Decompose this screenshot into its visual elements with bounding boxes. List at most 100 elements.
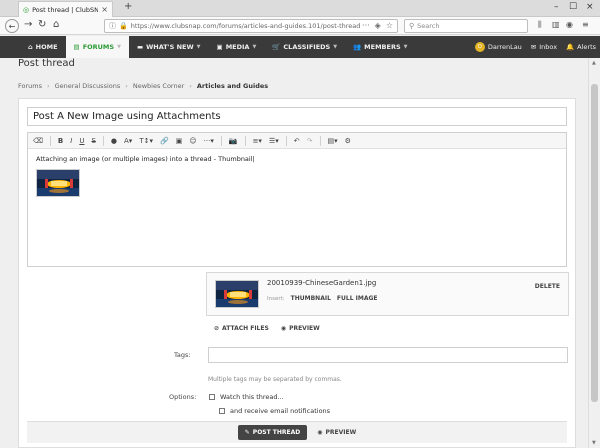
library-icon[interactable]: ⫼ (538, 20, 542, 30)
chevron-down-icon[interactable]: ▼ (333, 44, 337, 50)
browser-tab[interactable]: ◎ Post thread | ClubSNAP Photo... × (18, 1, 113, 17)
breadcrumb-general-discussions[interactable]: General Discussions (55, 82, 121, 90)
breadcrumb-forums[interactable]: Forums (18, 82, 42, 90)
chevron-down-icon[interactable]: ▼ (252, 44, 256, 50)
nav-whats-new[interactable]: ▬ WHAT'S NEW ▼ (129, 36, 209, 58)
chevron-down-icon[interactable]: ▼ (117, 44, 121, 50)
post-thread-form: Post A New Image using Attachments ⌫ B I… (18, 98, 576, 448)
link-icon[interactable]: 🔗 (160, 137, 169, 145)
nav-media[interactable]: ▣ MEDIA ▼ (209, 36, 265, 58)
undo-icon[interactable]: ↶ (294, 137, 300, 145)
inline-thumbnail-image[interactable] (36, 169, 80, 197)
alerts-link[interactable]: 🔔 Alerts (566, 43, 596, 51)
maximize-icon[interactable]: ☐ (569, 2, 577, 12)
bottom-preview-button[interactable]: ◉ PREVIEW (317, 429, 356, 436)
email-notifications-checkbox[interactable] (219, 408, 225, 414)
sidebar-icon[interactable]: ▥ (552, 20, 560, 29)
image-insert-icon[interactable]: ▣ (176, 137, 183, 145)
chevron-right-icon: › (125, 82, 128, 90)
menu-icon[interactable]: ≡ (582, 20, 589, 29)
email-notifications-option[interactable]: and receive email notifications (219, 407, 330, 415)
tags-input[interactable] (208, 347, 568, 363)
new-tab-button[interactable]: + (124, 1, 132, 12)
settings-gear-icon[interactable]: ⚙ (345, 137, 351, 145)
text-color-icon[interactable]: ● (111, 137, 117, 145)
garden-photo-thumbnail (37, 170, 79, 196)
insert-label: Insert: (267, 295, 285, 302)
attachment-thumbnail[interactable] (215, 280, 259, 308)
breadcrumb-newbies-corner[interactable]: Newbies Corner (133, 82, 184, 90)
browser-navbar: ← → ↻ ⌂ ⓘ 🔒 https://www.clubsnap.com/for… (0, 17, 600, 35)
font-family-icon[interactable]: A▾ (124, 137, 132, 145)
smiley-icon[interactable]: ☺ (189, 137, 196, 145)
reload-button[interactable]: ↻ (38, 19, 46, 30)
nav-home[interactable]: ⌂ HOME (20, 36, 66, 58)
info-icon[interactable]: ⓘ (109, 21, 116, 31)
scroll-down-icon[interactable]: ▼ (592, 440, 596, 446)
home-icon: ⌂ (28, 43, 33, 51)
close-tab-icon[interactable]: × (101, 5, 108, 14)
nav-classifieds[interactable]: 🛒 CLASSIFIEDS ▼ (264, 36, 345, 58)
watch-thread-checkbox[interactable] (209, 394, 215, 400)
underline-icon[interactable]: U (79, 137, 84, 145)
page-scrollbar[interactable]: ▲ ▼ (588, 58, 600, 448)
chevron-down-icon[interactable]: ▼ (197, 44, 201, 50)
insert-thumbnail-button[interactable]: THUMBNAIL (291, 295, 331, 302)
options-label: Options: (169, 393, 197, 401)
attachment-filename: 20010939-ChineseGarden1.jpg (267, 279, 377, 287)
user-area: D DarrenLau ✉ Inbox 🔔 Alerts (474, 36, 596, 58)
minimize-icon[interactable]: – (554, 2, 559, 12)
nav-forums[interactable]: ▤ FORUMS ▼ (65, 36, 129, 58)
more-actions-icon[interactable]: ··· (362, 21, 370, 30)
font-size-icon[interactable]: T↕▾ (139, 137, 153, 145)
user-menu[interactable]: D DarrenLau (474, 42, 522, 52)
bookmark-star-icon[interactable]: ☆ (386, 21, 393, 30)
editor-text[interactable]: Attaching an image (or multiple images) … (36, 155, 255, 163)
bold-icon[interactable]: B (58, 137, 63, 145)
url-bar[interactable]: ⓘ 🔒 https://www.clubsnap.com/forums/arti… (104, 19, 398, 33)
eraser-icon[interactable]: ⌫ (33, 137, 43, 145)
redo-icon[interactable]: ↷ (307, 137, 313, 145)
back-button[interactable]: ← (5, 19, 19, 33)
home-button[interactable]: ⌂ (53, 19, 59, 30)
bell-icon: 🔔 (566, 43, 575, 51)
scroll-up-icon[interactable]: ▲ (592, 60, 596, 66)
list-icon[interactable]: ☰▾ (269, 137, 279, 145)
tab-title: Post thread | ClubSNAP Photo... (32, 5, 99, 14)
editor-toolbar: ⌫ B I U S ● A▾ T↕▾ 🔗 ▣ ☺ ···▾ 📷 ≡▾ ☰▾ ↶ … (28, 133, 566, 149)
strikethrough-icon[interactable]: S (91, 137, 95, 145)
forward-button[interactable]: → (24, 19, 32, 30)
insert-full-image-button[interactable]: FULL IMAGE (337, 295, 378, 302)
browser-tabbar: ◎ Post thread | ClubSNAP Photo... × + – … (0, 0, 600, 17)
more-options-icon[interactable]: ···▾ (204, 137, 214, 145)
chevron-down-icon[interactable]: ▼ (404, 44, 408, 50)
italic-icon[interactable]: I (70, 137, 72, 145)
search-box[interactable]: ⚲ Search (404, 19, 528, 33)
message-editor[interactable]: ⌫ B I U S ● A▾ T↕▾ 🔗 ▣ ☺ ···▾ 📷 ≡▾ ☰▾ ↶ … (27, 132, 567, 267)
delete-attachment-button[interactable]: DELETE (535, 283, 560, 290)
attach-files-button[interactable]: ⊘ ATTACH FILES (214, 325, 269, 332)
scroll-thumb[interactable] (591, 84, 598, 402)
preview-button[interactable]: ◉ PREVIEW (281, 325, 320, 332)
nav-members[interactable]: 👥 MEMBERS ▼ (345, 36, 415, 58)
comment-icon: ▬ (136, 43, 144, 51)
search-input[interactable]: Search (417, 22, 439, 30)
thread-title-input[interactable]: Post A New Image using Attachments (27, 107, 567, 126)
text-cursor: | (252, 155, 255, 163)
pocket-icon[interactable]: ◈ (375, 21, 381, 30)
forums-icon: ▤ (73, 43, 80, 51)
watch-thread-option[interactable]: Watch this thread... (209, 393, 284, 401)
close-window-icon[interactable]: × (586, 2, 594, 12)
post-thread-button[interactable]: ✎ POST THREAD (237, 425, 308, 440)
inbox-link[interactable]: ✉ Inbox (531, 43, 557, 51)
cart-icon: 🛒 (272, 43, 281, 51)
pencil-icon: ✎ (244, 429, 250, 436)
align-icon[interactable]: ≡▾ (253, 137, 262, 145)
users-icon: 👥 (353, 43, 362, 51)
breadcrumb-articles-and-guides[interactable]: Articles and Guides (197, 82, 268, 90)
camera-icon[interactable]: 📷 (229, 137, 238, 145)
account-icon[interactable]: ◉ (566, 20, 573, 29)
site-header: ⌂ HOME ▤ FORUMS ▼ ▬ WHAT'S NEW ▼ ▣ MEDIA… (0, 36, 600, 58)
drafts-icon[interactable]: ▤▾ (328, 137, 338, 145)
attachment-actions: ⊘ ATTACH FILES ◉ PREVIEW (214, 325, 320, 332)
